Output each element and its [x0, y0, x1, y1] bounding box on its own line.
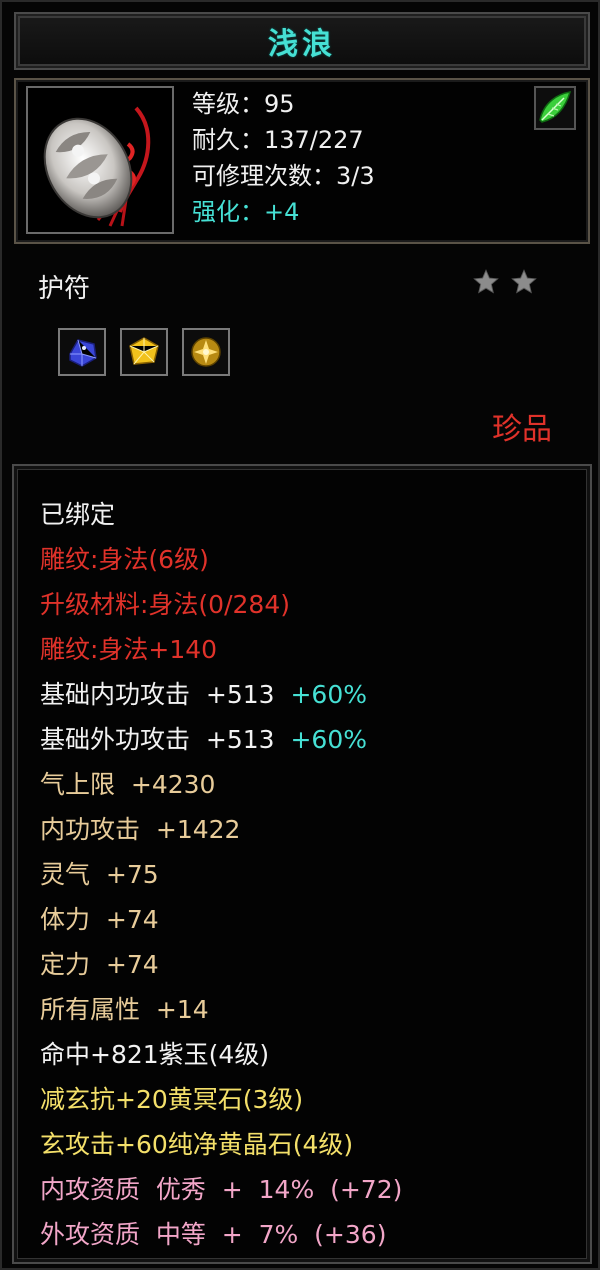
level-text: 等级：95	[192, 90, 295, 118]
gem-slot[interactable]	[58, 328, 106, 376]
star-icon	[511, 269, 537, 294]
base-outer-attack-value: 基础外功攻击 +513	[40, 725, 275, 754]
item-stats: 等级：95 耐久：137/227 可修理次数：3/3 强化：+4	[192, 86, 375, 230]
gem-slots	[58, 328, 230, 376]
inner-quality-line: 内攻资质 优秀 + 14% (+72)	[40, 1175, 403, 1204]
star-icon	[473, 269, 499, 294]
item-icon-slot	[26, 86, 174, 234]
item-info-panel: 等级：95 耐久：137/227 可修理次数：3/3 强化：+4	[14, 78, 590, 244]
corner-icon-slot	[534, 86, 576, 130]
gem-slot[interactable]	[120, 328, 168, 376]
spirit-line: 灵气 +75	[40, 860, 159, 889]
item-name: 浅浪	[268, 27, 336, 62]
engrave-bonus-line: 雕纹:身法+140	[40, 635, 218, 664]
outer-quality-line: 外攻资质 中等 + 7% (+36)	[40, 1220, 387, 1249]
base-inner-attack-pct: +60%	[290, 680, 367, 709]
blue-gem-icon	[69, 339, 97, 367]
rarity-label: 珍品	[492, 412, 552, 447]
upgrade-material-line: 升级材料:身法(0/284)	[40, 590, 290, 619]
attribute-list: 已绑定 雕纹:身法(6级) 升级材料:身法(0/284) 雕纹:身法+140 基…	[40, 492, 402, 1257]
star-rating	[472, 268, 538, 296]
gem-hit-line: 命中+821紫玉(4级)	[40, 1040, 270, 1069]
item-type: 护符	[38, 274, 91, 304]
all-attributes-line: 所有属性 +14	[40, 995, 209, 1024]
base-inner-attack-line: 基础内功攻击 +513 +60%	[40, 672, 402, 717]
engrave-line: 雕纹:身法(6级)	[40, 545, 209, 574]
enhance-text: 强化：+4	[192, 198, 300, 226]
stamina-line: 体力 +74	[40, 905, 159, 934]
durability-text: 耐久：137/227	[192, 126, 364, 154]
gem-resist-line: 减玄抗+20黄冥石(3级)	[40, 1085, 304, 1114]
base-outer-attack-line: 基础外功攻击 +513 +60%	[40, 717, 402, 762]
inner-attack-line: 内功攻击 +1422	[40, 815, 241, 844]
bound-status: 已绑定	[40, 500, 116, 529]
base-inner-attack-value: 基础内功攻击 +513	[40, 680, 275, 709]
title-bar: 浅浪	[14, 12, 590, 70]
green-leaf-icon	[539, 91, 572, 123]
yellow-gem-icon	[129, 337, 159, 365]
qi-limit-line: 气上限 +4230	[40, 770, 216, 799]
jade-pendant-icon	[28, 88, 172, 232]
gem-slot[interactable]	[182, 328, 230, 376]
gold-gem-icon	[191, 337, 221, 367]
repair-count-text: 可修理次数：3/3	[192, 162, 375, 190]
attribute-panel: 已绑定 雕纹:身法(6级) 升级材料:身法(0/284) 雕纹:身法+140 基…	[12, 464, 592, 1264]
item-tooltip: 浅浪 等级：95 耐久：137/227 可修理次数：3/3 强化：+4 护符 珍…	[0, 0, 600, 1270]
base-outer-attack-pct: +60%	[290, 725, 367, 754]
focus-line: 定力 +74	[40, 950, 159, 979]
gem-attack-line: 玄攻击+60纯净黄晶石(4级)	[40, 1130, 354, 1159]
